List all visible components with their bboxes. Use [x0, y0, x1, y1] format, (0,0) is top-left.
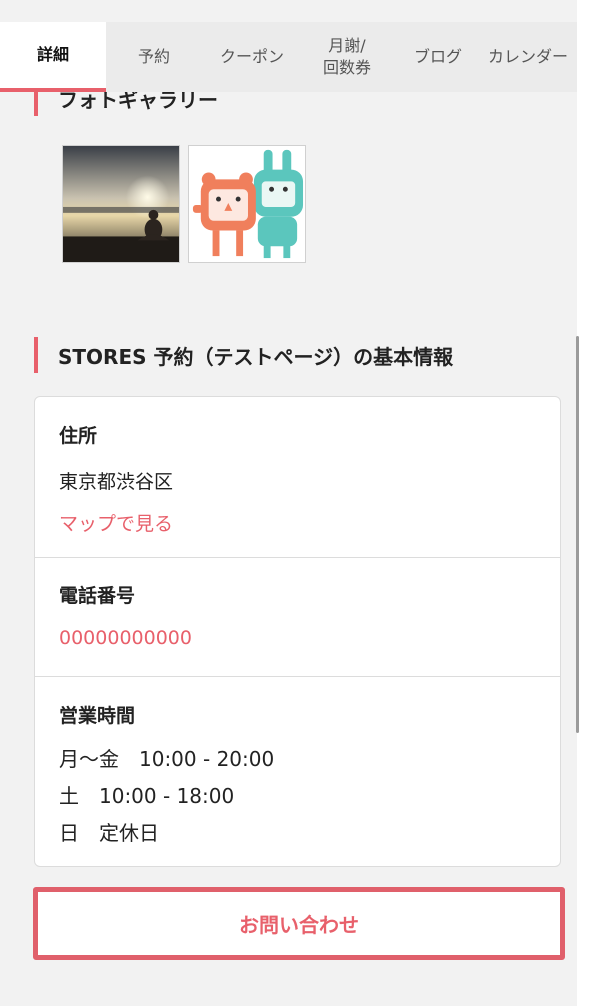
map-link-row: マップで見る [35, 509, 560, 536]
tab-calendar[interactable]: カレンダー [484, 22, 577, 92]
hours-section: 営業時間 [35, 701, 560, 728]
hours-list: 月〜金 10:00 - 20:00 土 10:00 - 18:00 日 定休日 [35, 741, 560, 852]
tab-tickets-label-line2: 回数券 [322, 58, 371, 77]
address-value-row: 東京都渋谷区 [35, 467, 560, 494]
address-value: 東京都渋谷区 [59, 471, 174, 493]
tab-details-label: 詳細 [36, 45, 69, 64]
yoga-sunset-image [63, 146, 179, 262]
hours-saturday: 土 10:00 - 18:00 [59, 784, 235, 808]
mascot-characters-image [189, 146, 305, 262]
divider [35, 557, 560, 558]
tab-coupon-label: クーポン [219, 47, 284, 66]
info-title: STORES 予約（テストページ）の基本情報 [58, 344, 454, 369]
address-label: 住所 [59, 425, 98, 447]
tab-tickets[interactable]: 月謝/ 回数券 [302, 22, 392, 92]
tab-blog-label: ブログ [413, 47, 462, 66]
tab-calendar-label: カレンダー [488, 47, 569, 66]
phone-value-row: 00000000000 [35, 627, 560, 649]
info-card: 住所 東京都渋谷区 マップで見る 電話番号 00000000000 営業時間 月… [34, 396, 561, 867]
contact-button[interactable]: お問い合わせ [33, 887, 565, 960]
phone-link[interactable]: 00000000000 [59, 627, 192, 649]
hours-sunday: 日 定休日 [59, 821, 159, 845]
tab-reservation[interactable]: 予約 [106, 22, 202, 92]
heading-accent-bar [34, 337, 38, 373]
tab-bar: 詳細 予約 クーポン 月謝/ 回数券 ブログ カレンダー [0, 22, 577, 92]
info-heading: STORES 予約（テストページ）の基本情報 [34, 337, 453, 373]
divider [35, 676, 560, 677]
phone-section: 電話番号 [35, 581, 560, 608]
map-link[interactable]: マップで見る [59, 513, 173, 535]
phone-label: 電話番号 [59, 585, 136, 607]
scrollbar[interactable] [576, 336, 579, 733]
tab-blog[interactable]: ブログ [392, 22, 484, 92]
gallery-photo-yoga[interactable] [62, 145, 180, 263]
tab-reservation-label: 予約 [137, 47, 170, 66]
gallery-photo-mascots[interactable] [188, 145, 306, 263]
contact-button-label: お問い合わせ [239, 913, 359, 937]
tab-coupon[interactable]: クーポン [202, 22, 302, 92]
address-section: 住所 [35, 421, 560, 448]
tab-tickets-label-line1: 月謝/ [328, 36, 366, 55]
hours-weekday: 月〜金 10:00 - 20:00 [59, 747, 275, 771]
hours-label: 営業時間 [59, 705, 136, 727]
tab-details[interactable]: 詳細 [0, 22, 106, 92]
